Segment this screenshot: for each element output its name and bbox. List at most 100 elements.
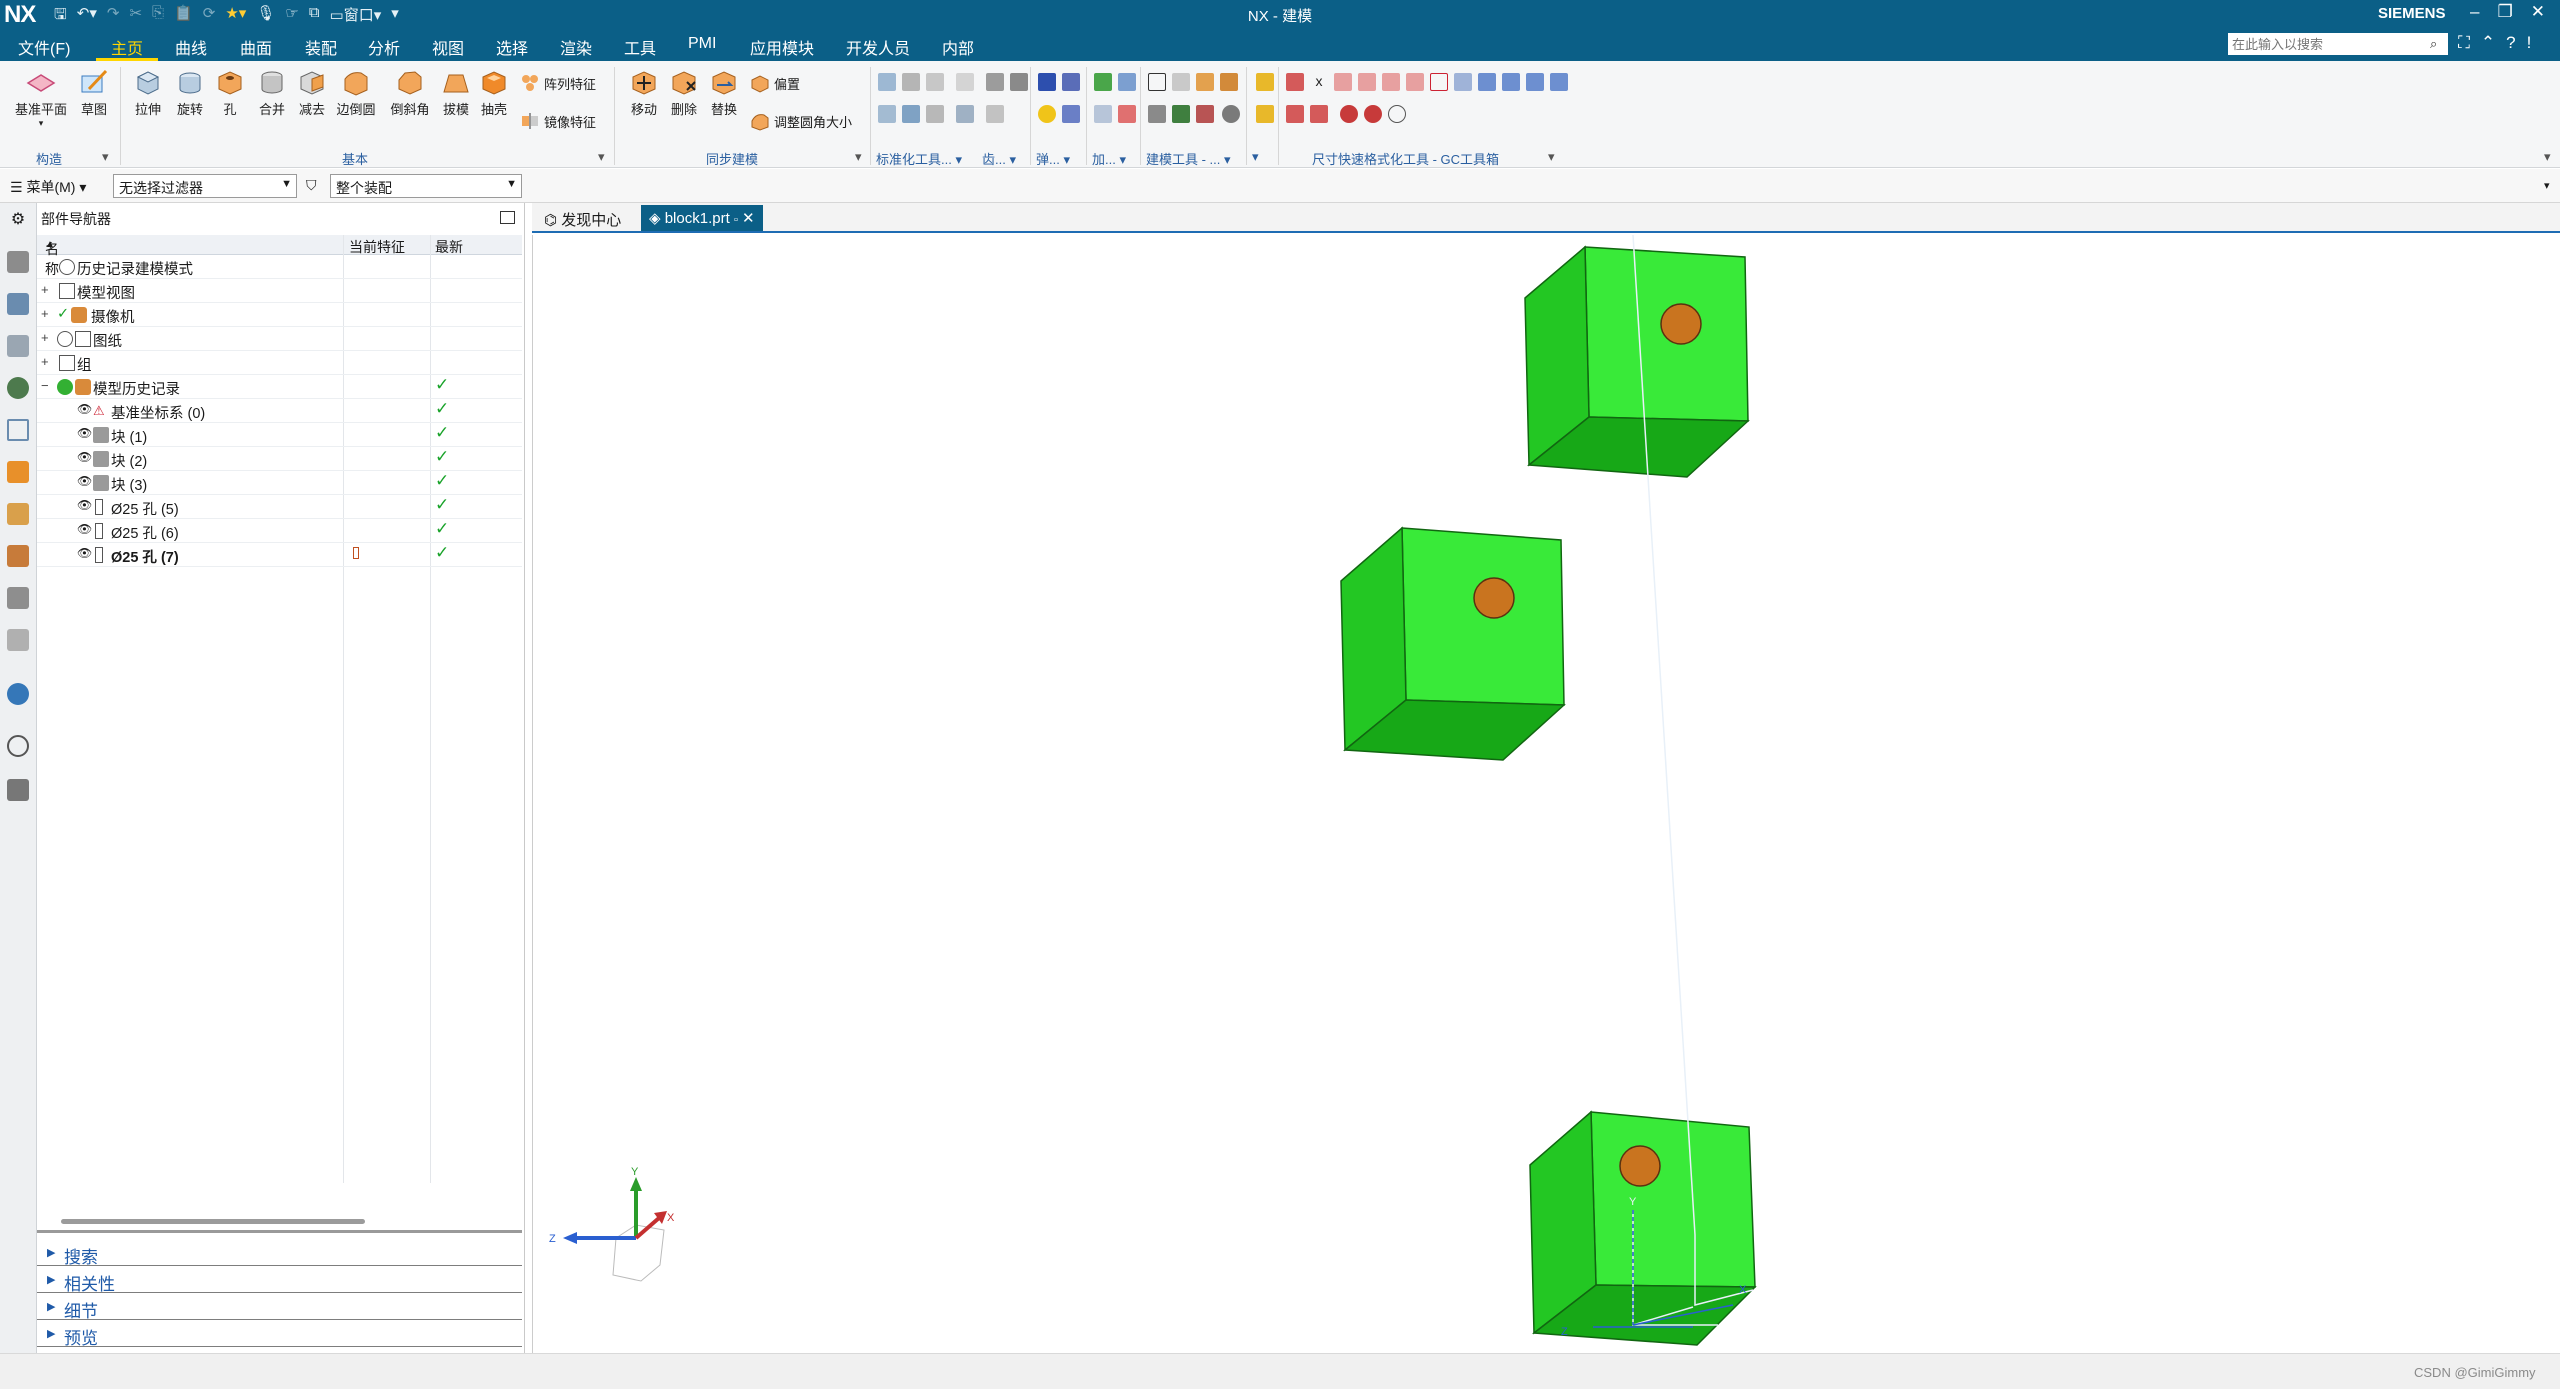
menu-file[interactable]: 文件(F) [18,35,70,59]
dimension-tool-icon[interactable] [1340,105,1358,123]
replace-face-button[interactable]: 替换 [702,67,746,118]
section-dependencies[interactable]: ▶ 相关性 [37,1266,522,1294]
dimension-tool-icon[interactable] [1502,73,1520,91]
menu-tools[interactable]: 工具 [624,35,656,59]
fullscreen-icon[interactable]: ⛶ [2458,33,2470,53]
revolve-button[interactable]: 旋转 [168,67,212,118]
minimize-icon[interactable]: – [2470,2,2479,22]
visibility-eye-icon[interactable]: 👁 [77,522,92,536]
block-solid-2[interactable] [1340,526,1566,761]
maximize-icon[interactable] [500,211,515,224]
restore-icon[interactable]: ❐ [2497,2,2512,22]
dimension-tool-icon[interactable] [1454,73,1472,91]
tab-pin-icon[interactable]: ▫ [734,214,738,226]
tree-row-block-3[interactable]: 👁 块 (3) ✓ [37,471,522,495]
standard-tool-icon[interactable] [902,105,920,123]
spring-tool-icon[interactable] [1038,73,1056,91]
menu-curve[interactable]: 曲线 [175,35,207,59]
tree-row-cameras[interactable]: + ✓ 摄像机 [37,303,522,327]
group-label-gear[interactable]: 齿... ▾ [982,149,1016,168]
modeling-tool-icon[interactable] [1196,105,1214,123]
move-face-button[interactable]: 移动 [622,67,666,118]
menu-developer[interactable]: 开发人员 [846,35,910,59]
expand-icon[interactable]: + [41,282,49,297]
dimension-tool-icon[interactable] [1364,105,1382,123]
dimension-x-icon[interactable]: x [1310,73,1328,91]
standard-tool-icon[interactable] [956,73,974,91]
menu-applications[interactable]: 应用模块 [750,35,814,59]
tree-row-hole-7[interactable]: 👁 Ø25 孔 (7) ✓ [37,543,522,567]
dimension-tool-icon[interactable] [1334,73,1352,91]
tab-block1-prt[interactable]: ◈ block1.prt ▫ ✕ [641,205,763,231]
modeling-tool-icon[interactable] [1148,73,1166,91]
expand-icon[interactable]: + [41,330,49,345]
visibility-eye-icon[interactable]: 👁 [77,450,92,464]
dimension-tool-icon[interactable] [1430,73,1448,91]
delete-face-button[interactable]: 删除 [662,67,706,118]
column-latest[interactable]: 最新 [435,237,463,257]
section-search[interactable]: ▶ 搜索 [37,1239,522,1267]
help-icon[interactable]: ? [2506,33,2515,53]
misc-tool-icon[interactable] [1256,73,1274,91]
unite-button[interactable]: 合并 [250,67,294,118]
modeling-tool-icon[interactable] [1148,105,1166,123]
modeling-tool-icon[interactable] [1220,73,1238,91]
offset-face-button[interactable]: 偏置 [750,73,800,93]
collapse-icon[interactable]: − [41,378,49,393]
web-browser-icon[interactable] [7,419,29,441]
standard-tool-icon[interactable] [878,105,896,123]
standard-tool-icon[interactable] [902,73,920,91]
hd3d-tools-icon[interactable] [7,377,29,399]
dimension-tool-icon[interactable] [1388,105,1406,123]
tree-row-model-history[interactable]: − 模型历史记录 ✓ [37,375,522,399]
dimension-tool-icon[interactable] [1382,73,1400,91]
shell-button[interactable]: 抽壳 [472,67,516,118]
chamfer-button[interactable]: 倒斜角 [388,67,432,118]
menu-pmi[interactable]: PMI [688,35,716,53]
tree-row-block-1[interactable]: 👁 块 (1) ✓ [37,423,522,447]
standard-tool-icon[interactable] [986,73,1004,91]
tree-row-history-mode[interactable]: 历史记录建模模式 [37,255,522,279]
group-label-spring[interactable]: 弹... ▾ [1036,149,1070,168]
group-dropdown-icon[interactable]: ▾ [1548,149,1555,165]
search-icon[interactable]: ⌕ [2430,36,2437,52]
model-viewport[interactable]: Y X Z Y Z X [533,234,2560,1353]
tree-row-model-views[interactable]: + 模型视图 [37,279,522,303]
process-studio-icon[interactable] [7,503,29,525]
edge-blend-button[interactable]: 边倒圆 [334,67,378,118]
group-dropdown-icon[interactable]: ▾ [598,149,605,165]
main-menu-button[interactable]: ☰ 菜单(M) ▾ [10,177,86,197]
settings-gear-icon[interactable]: ⚙ [7,209,29,231]
datum-plane-button[interactable]: 基准平面 ▾ [8,67,74,129]
pattern-feature-button[interactable]: 阵列特征 [520,73,596,93]
tree-row-datum-csys[interactable]: 👁 ⚠ 基准坐标系 (0) ✓ [37,399,522,423]
assembly-scope-dropdown[interactable]: 整个装配 ▼ [330,174,522,198]
tab-discovery-center[interactable]: ⌬ 发现中心 [536,205,629,231]
modeling-tool-icon[interactable] [1172,105,1190,123]
graphics-window[interactable]: Y X Z Y Z X [532,234,2560,1353]
menu-render[interactable]: 渲染 [560,35,592,59]
spring-tool-icon[interactable] [1038,105,1056,123]
modeling-tool-icon[interactable] [1172,73,1190,91]
standard-tool-icon[interactable] [956,105,974,123]
visibility-eye-icon[interactable]: 👁 [77,474,92,488]
dimension-tool-icon[interactable] [1286,105,1304,123]
internet-explorer-icon[interactable] [7,683,29,705]
tools-icon[interactable] [7,779,29,801]
manufacturing-wizard-icon[interactable] [7,545,29,567]
dimension-tool-icon[interactable] [1550,73,1568,91]
menu-analysis[interactable]: 分析 [368,35,400,59]
subtract-button[interactable]: 减去 [290,67,334,118]
section-preview[interactable]: ▶ 预览 [37,1320,522,1348]
ribbon-options-icon[interactable]: ▾ [2544,149,2551,165]
extrude-button[interactable]: 拉伸 [126,67,170,118]
dimension-tool-icon[interactable] [1310,105,1328,123]
add-tool-icon[interactable] [1094,73,1112,91]
add-tool-icon[interactable] [1094,105,1112,123]
spring-tool-icon[interactable] [1062,73,1080,91]
tree-row-groups[interactable]: + 组 [37,351,522,375]
dimension-tool-icon[interactable] [1358,73,1376,91]
tree-row-drawings[interactable]: + 图纸 [37,327,522,351]
section-details[interactable]: ▶ 细节 [37,1293,522,1321]
dimension-tool-icon[interactable] [1526,73,1544,91]
